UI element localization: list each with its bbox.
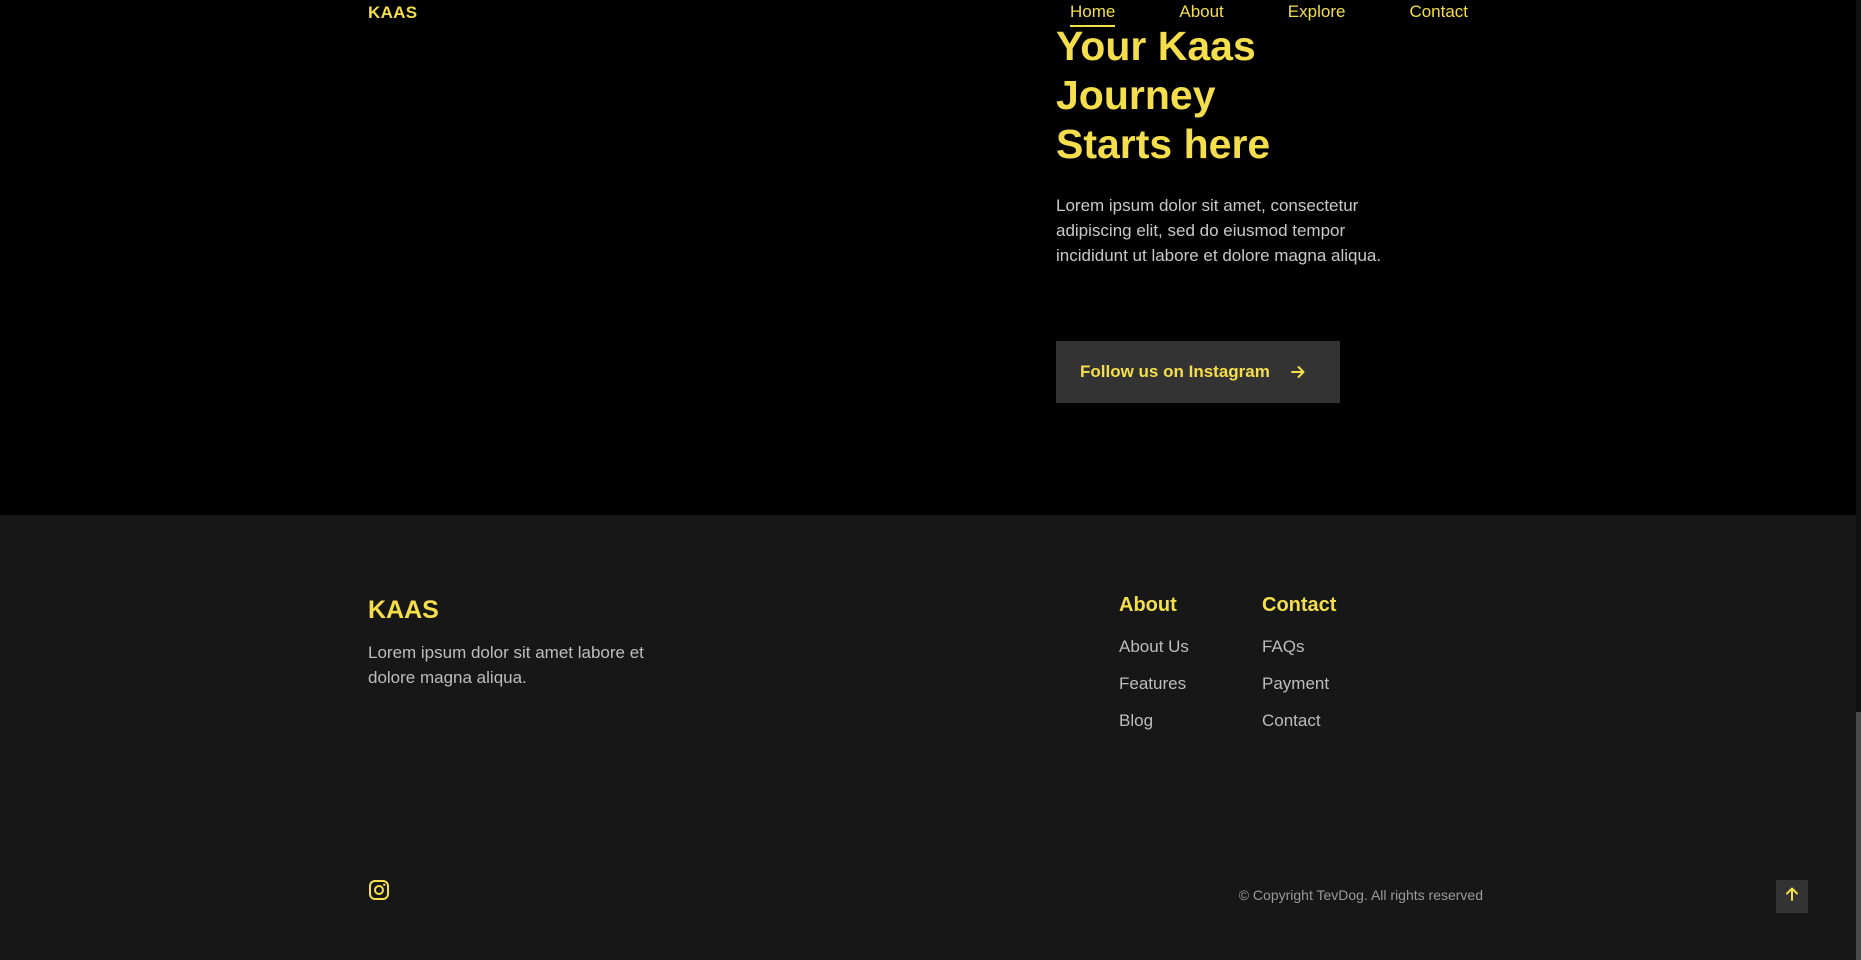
footer: KAAS Lorem ipsum dolor sit amet labore e… <box>0 515 1856 960</box>
footer-column-title: About <box>1119 594 1177 616</box>
hero-title-line: Starts here <box>1056 121 1271 167</box>
footer-column-title: Contact <box>1262 594 1337 616</box>
nav-contact[interactable]: Contact <box>1409 2 1468 28</box>
header-logo[interactable]: KAAS <box>368 3 417 23</box>
follow-instagram-button[interactable]: Follow us on Instagram <box>1056 341 1340 403</box>
footer-link-features[interactable]: Features <box>1119 674 1189 711</box>
footer-column-contact: Contact FAQs Payment Contact <box>1262 594 1336 748</box>
hero-description: Lorem ipsum dolor sit amet, consectetur … <box>1056 196 1382 265</box>
instagram-icon[interactable] <box>368 879 390 901</box>
footer-link-blog[interactable]: Blog <box>1119 711 1189 748</box>
scroll-to-top-button[interactable] <box>1776 880 1808 913</box>
footer-link-contact[interactable]: Contact <box>1262 711 1336 748</box>
arrow-up-icon <box>1785 887 1799 906</box>
arrow-right-icon <box>1290 364 1306 380</box>
hero-section: KAAS Home About Explore Contact Your Kaa… <box>0 0 1856 515</box>
footer-link-faqs[interactable]: FAQs <box>1262 637 1336 674</box>
footer-logo[interactable]: KAAS <box>368 596 439 625</box>
footer-link-payment[interactable]: Payment <box>1262 674 1336 711</box>
footer-description: Lorem ipsum dolor sit amet labore et dol… <box>368 643 644 687</box>
scrollbar-thumb[interactable] <box>1856 712 1861 960</box>
footer-column-about: About About Us Features Blog <box>1119 594 1189 748</box>
footer-link-about-us[interactable]: About Us <box>1119 637 1189 674</box>
copyright-text: © Copyright TevDog. All rights reserved <box>1238 887 1483 903</box>
hero-title-line: Your Kaas <box>1056 23 1256 69</box>
follow-instagram-label: Follow us on Instagram <box>1080 362 1270 381</box>
hero-title: Your Kaas Journey Starts here <box>1056 22 1386 169</box>
hero-title-line: Journey <box>1056 72 1216 118</box>
